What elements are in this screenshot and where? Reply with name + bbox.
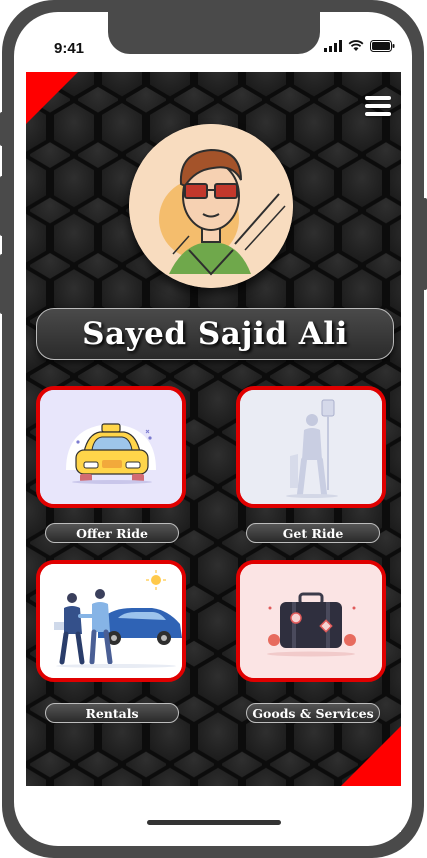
device-side-button	[0, 112, 4, 146]
home-indicator[interactable]	[147, 820, 281, 825]
bottom-safe-area	[26, 786, 401, 832]
device-notch	[108, 10, 320, 54]
device-side-button	[0, 176, 4, 236]
rentals-card[interactable]	[36, 560, 186, 682]
suitcase-illustration	[240, 564, 382, 678]
avatar-illustration	[129, 124, 293, 288]
get-ride-button[interactable]: Get Ride	[246, 523, 380, 543]
status-icons	[324, 40, 395, 52]
goods-services-label: Goods & Services	[252, 705, 374, 721]
offer-ride-card[interactable]	[36, 386, 186, 508]
car-rental-handshake-illustration	[40, 564, 182, 678]
goods-services-card[interactable]	[236, 560, 386, 682]
status-time: 9:41	[54, 40, 85, 57]
get-ride-label: Get Ride	[282, 525, 344, 541]
hamburger-menu-icon[interactable]	[365, 96, 391, 116]
signal-icon	[324, 40, 342, 52]
corner-decoration-top-left	[26, 72, 78, 124]
offer-ride-button[interactable]: Offer Ride	[45, 523, 179, 543]
taxi-illustration	[40, 390, 182, 504]
profile-name-banner: Sayed Sajid Ali	[36, 308, 394, 360]
corner-decoration-bottom-right	[341, 726, 401, 786]
profile-name: Sayed Sajid Ali	[82, 316, 348, 352]
phone-frame: 9:41 Sayed Sajid Ali Offer Ride Get Ride…	[0, 0, 427, 858]
goods-services-button[interactable]: Goods & Services	[246, 703, 380, 723]
device-side-button	[423, 198, 427, 290]
app-screen: Sayed Sajid Ali Offer Ride Get Ride Rent…	[26, 72, 401, 786]
offer-ride-label: Offer Ride	[76, 525, 148, 541]
battery-icon	[370, 40, 395, 52]
wifi-icon	[348, 40, 364, 51]
device-side-button	[0, 254, 4, 314]
get-ride-card[interactable]	[236, 386, 386, 508]
rentals-button[interactable]: Rentals	[45, 703, 179, 723]
profile-avatar[interactable]	[129, 124, 293, 288]
waiting-passenger-illustration	[240, 390, 382, 504]
rentals-label: Rentals	[85, 705, 139, 721]
